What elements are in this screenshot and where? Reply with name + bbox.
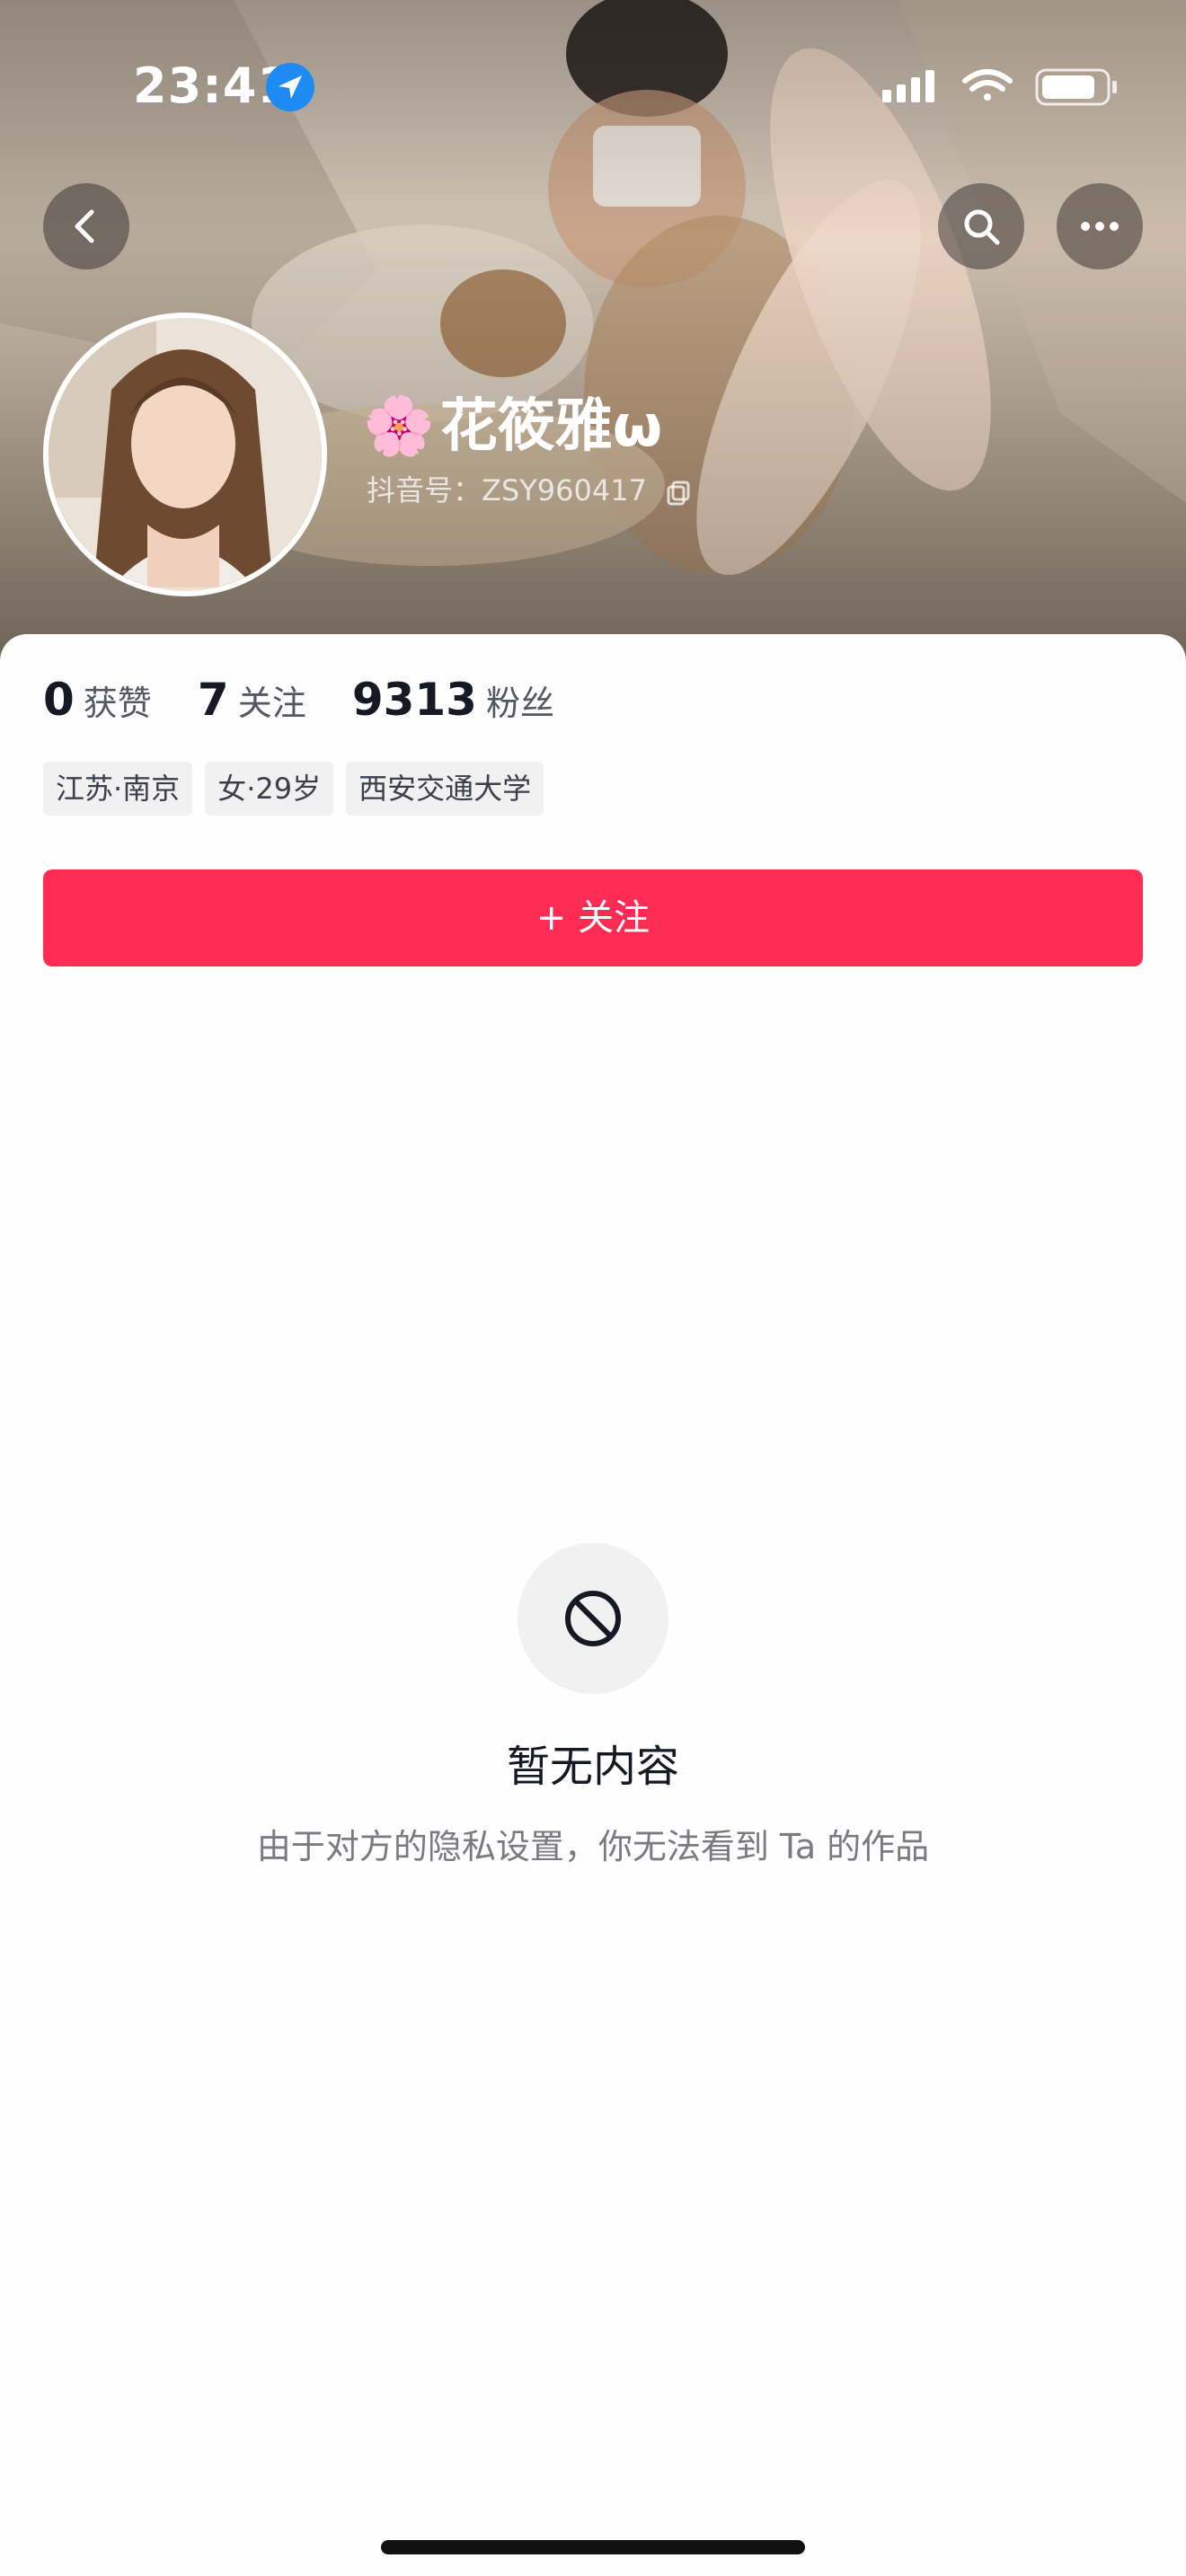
tag-gender-age: 女·29岁 [205, 762, 334, 816]
stat-followers-label: 粉丝 [485, 684, 554, 723]
stats-row: 0 获赞 7 关注 9313 粉丝 [43, 674, 596, 745]
location-arrow-icon [266, 63, 314, 111]
flower-emoji: 🌸 [363, 393, 435, 460]
stat-likes-value: 0 [43, 674, 75, 726]
avatar[interactable] [43, 313, 327, 596]
stat-likes-label: 获赞 [83, 684, 152, 723]
stat-following[interactable]: 7 关注 [198, 674, 306, 726]
wifi-icon [962, 69, 1013, 101]
search-button[interactable] [938, 183, 1024, 269]
avatar-image [49, 318, 322, 591]
tag-school: 西安交通大学 [346, 762, 544, 816]
more-icon [1081, 222, 1119, 231]
profile-tags: 江苏·南京 女·29岁 西安交通大学 [43, 762, 556, 816]
follow-button[interactable]: + 关注 [43, 869, 1143, 966]
douyin-id[interactable]: 抖音号：ZSY960417 [367, 467, 692, 514]
home-indicator[interactable] [381, 2540, 805, 2554]
more-button[interactable] [1057, 183, 1143, 269]
stat-likes[interactable]: 0 获赞 [43, 674, 152, 726]
display-name-text: 花筱雅ω [439, 393, 663, 460]
empty-state-icon-wrapper [518, 1543, 668, 1694]
back-button[interactable] [43, 183, 129, 269]
copy-icon[interactable] [665, 479, 692, 506]
back-icon [75, 209, 94, 243]
display-name: 🌸花筱雅ω [363, 388, 662, 465]
stat-followers[interactable]: 9313 粉丝 [352, 674, 554, 726]
tag-location: 江苏·南京 [43, 762, 193, 816]
stat-following-label: 关注 [237, 684, 306, 723]
signal-icon [882, 70, 934, 102]
stat-following-value: 7 [197, 674, 229, 726]
search-icon [964, 209, 1000, 245]
douyin-id-text: 抖音号：ZSY960417 [367, 473, 647, 507]
blocked-icon [565, 1591, 621, 1646]
battery-icon [1035, 68, 1117, 106]
empty-state-title: 暂无内容 [506, 1742, 679, 1792]
stat-followers-value: 9313 [351, 674, 477, 726]
empty-state-description: 由于对方的隐私设置，你无法看到 Ta 的作品 [256, 1827, 930, 1866]
status-icons [882, 63, 1125, 111]
